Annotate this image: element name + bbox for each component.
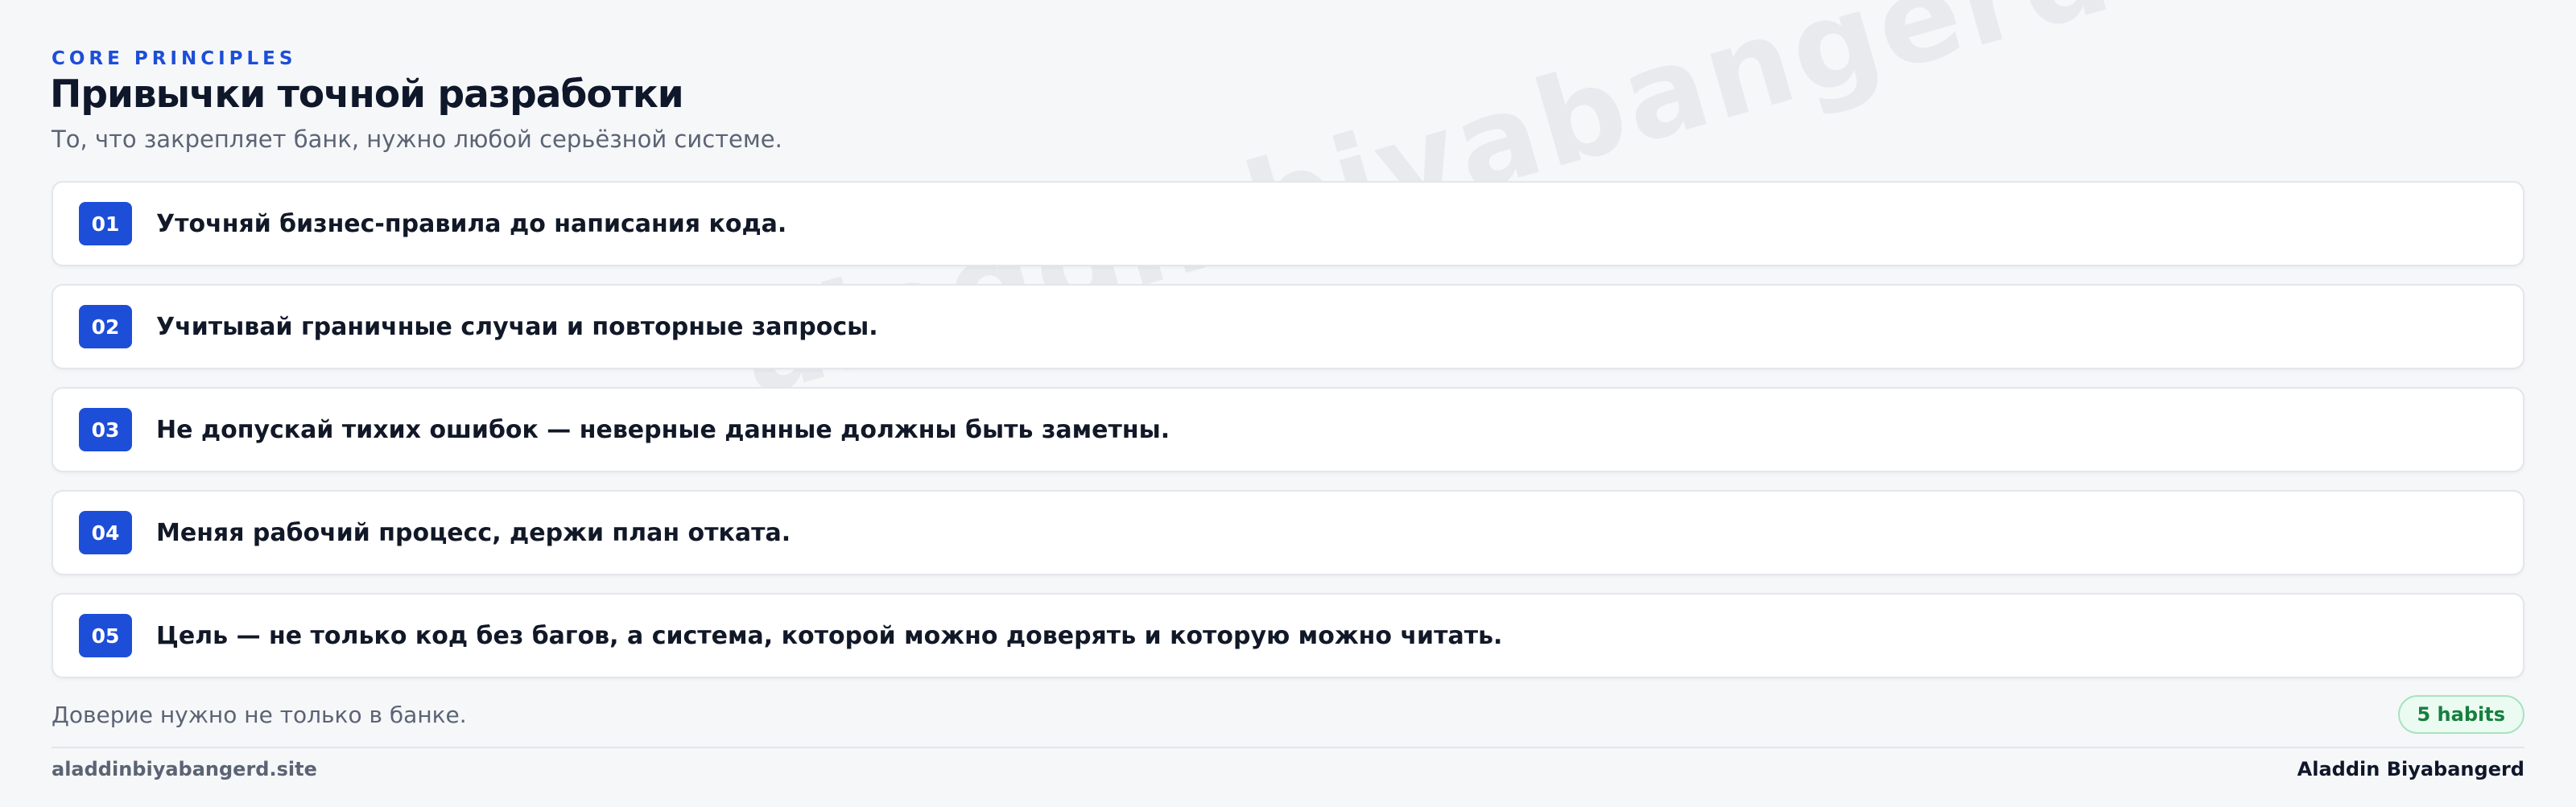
- habit-card: 05 Цель — не только код без багов, а сис…: [52, 593, 2524, 678]
- habit-card: 04 Меняя рабочий процесс, держи план отк…: [52, 490, 2524, 575]
- habit-text: Цель — не только код без багов, а систем…: [156, 621, 1503, 650]
- habit-number-badge: 04: [79, 511, 132, 554]
- section-eyebrow: CORE PRINCIPLES: [52, 48, 297, 69]
- habit-text: Уточняй бизнес-правила до написания кода…: [156, 209, 787, 238]
- habit-card: 03 Не допускай тихих ошибок — неверные д…: [52, 387, 2524, 472]
- habit-number-badge: 03: [79, 408, 132, 451]
- habits-list: 01 Уточняй бизнес-правила до написания к…: [52, 181, 2524, 696]
- habit-text: Не допускай тихих ошибок — неверные данн…: [156, 415, 1170, 444]
- habit-card: 01 Уточняй бизнес-правила до написания к…: [52, 181, 2524, 266]
- page-title: Привычки точной разработки: [50, 72, 684, 117]
- footer-divider: [52, 747, 2524, 748]
- habit-text: Меняя рабочий процесс, держи план отката…: [156, 518, 791, 547]
- habit-text: Учитывай граничные случаи и повторные за…: [156, 312, 878, 341]
- author-name: Aladdin Biyabangerd: [2297, 758, 2524, 780]
- habit-number-badge: 02: [79, 305, 132, 348]
- habit-number-badge: 01: [79, 202, 132, 245]
- page-subtitle: То, что закрепляет банк, нужно любой сер…: [52, 126, 782, 153]
- habit-number-badge: 05: [79, 614, 132, 657]
- habit-card: 02 Учитывай граничные случаи и повторные…: [52, 284, 2524, 369]
- site-link[interactable]: aladdinbiyabangerd.site: [52, 758, 317, 780]
- habits-count-badge: 5 habits: [2397, 695, 2524, 734]
- footer-note: Доверие нужно не только в банке.: [52, 702, 467, 728]
